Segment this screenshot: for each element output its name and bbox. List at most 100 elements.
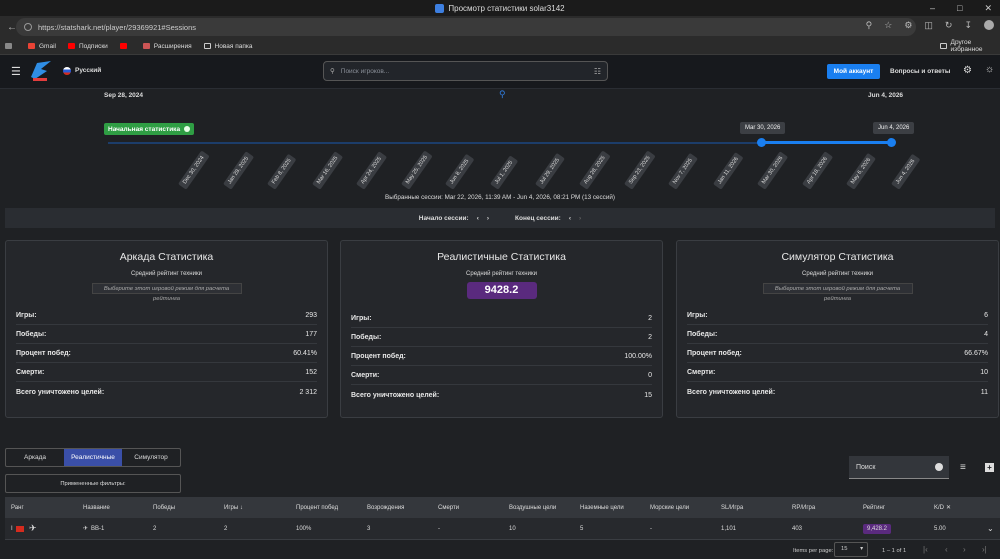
tab-simulator[interactable]: Симулятор	[122, 449, 180, 466]
vehicle-name[interactable]: ✈ BB-1	[83, 518, 104, 539]
col-name[interactable]: Название	[83, 497, 110, 518]
items-per-page-select[interactable]: 15 ▾	[834, 542, 868, 557]
timeline-tick-label: Sep 23, 2025	[623, 150, 656, 190]
stat-row: Смерти: 0	[351, 367, 652, 385]
filter-settings-icon[interactable]: ☷	[594, 67, 601, 76]
col-win-rate[interactable]: Процент побед	[296, 497, 338, 518]
history-icon[interactable]: ↻	[945, 20, 953, 31]
expand-row-icon[interactable]: ⌄	[987, 518, 994, 539]
settings-gear-icon[interactable]: ⚙	[963, 65, 972, 76]
bookmarks-menu-icon[interactable]	[5, 43, 16, 49]
arcade-stats-card: Аркада Статистика Средний рейтинг техник…	[5, 240, 328, 418]
initial-stats-toggle[interactable]: Начальная статистика	[104, 123, 195, 135]
rating-label: Средний рейтинг техники	[466, 271, 537, 277]
col-ground-targets[interactable]: Наземные цели	[580, 497, 624, 518]
url-text: https://statshark.net/player/29369921#Se…	[38, 22, 197, 32]
col-rating[interactable]: Рейтинг	[863, 497, 885, 518]
window-title: Просмотр статистики solar3142	[448, 3, 565, 13]
session-start-label: Начало сессии:	[418, 214, 469, 222]
language-flag-icon[interactable]	[63, 67, 71, 75]
timeline-tick-label: Jun 4, 2026	[891, 153, 921, 190]
language-selector[interactable]: Русский	[75, 67, 101, 74]
bookmark-gmail[interactable]: Gmail	[28, 43, 56, 50]
col-kd[interactable]: K/D	[934, 497, 944, 518]
site-header: ☰ Русский ⚲ Поиск игроков... ☷ Мой аккау…	[0, 55, 1000, 89]
timeline-tick-label: Jun 8, 2025	[445, 153, 475, 190]
page-range-label: 1 – 1 of 1	[882, 548, 907, 554]
extensions-bookmark-icon	[142, 43, 150, 49]
close-icon[interactable]: ✕	[984, 3, 992, 14]
respawns-value: 3	[367, 525, 371, 532]
timeline-tick-label: Mar 16, 2025	[311, 150, 344, 190]
folder-icon	[940, 43, 947, 49]
zoom-reset-icon[interactable]: ⚲	[499, 89, 506, 100]
col-naval-targets[interactable]: Морские цели	[650, 497, 689, 518]
naval-targets-value: -	[650, 525, 652, 532]
last-page-icon[interactable]: ›|	[982, 545, 987, 554]
applied-filters-button[interactable]: Примененные фильтры:	[5, 474, 181, 493]
downloads-icon[interactable]: ↧	[964, 20, 972, 31]
my-account-button[interactable]: Мой аккаунт	[827, 64, 880, 79]
bookmark-subscriptions[interactable]: Подписки	[67, 43, 108, 50]
stat-row: Всего уничтожено целей: 11	[687, 388, 988, 396]
next-page-icon[interactable]: ›	[963, 545, 966, 554]
rating-label: Средний рейтинг техники	[131, 271, 202, 277]
statshark-logo[interactable]	[29, 59, 53, 83]
col-wins[interactable]: Победы	[153, 497, 175, 518]
extensions-icon[interactable]: ⚙	[904, 20, 912, 31]
bookmark-youtube[interactable]	[119, 43, 131, 49]
chevron-down-icon: ▾	[860, 546, 863, 552]
zoom-icon[interactable]: ⚲	[866, 20, 873, 31]
win-rate-value: 100%	[296, 525, 312, 532]
filter-list-icon[interactable]: ≡	[960, 462, 966, 473]
col-rank[interactable]: Ранг	[11, 497, 24, 518]
session-end-prev-icon[interactable]: ‹	[569, 215, 571, 222]
minimize-icon[interactable]: –	[930, 3, 935, 14]
close-column-icon[interactable]: ✕	[946, 497, 951, 518]
table-search-input[interactable]: Поиск	[849, 456, 949, 479]
col-rp-per-game[interactable]: RP/Игра	[792, 497, 815, 518]
range-end-tooltip: Jun 4, 2026	[873, 122, 915, 134]
range-start-tooltip: Mar 30, 2026	[740, 122, 786, 134]
stat-row: Игры: 293	[16, 307, 317, 325]
split-view-icon[interactable]: ◫	[924, 20, 933, 31]
col-games[interactable]: Игры ↓	[224, 497, 243, 518]
table-row[interactable]: I ✈ ✈ BB-1 2 2 100% 3 - 10 5 - 1,101 403 …	[5, 518, 1000, 540]
stat-row: Смерти: 10	[687, 364, 988, 382]
info-icon	[935, 463, 943, 471]
tab-realistic[interactable]: Реалистичные	[64, 449, 122, 466]
session-start-next-icon[interactable]: ›	[487, 215, 489, 222]
session-start-prev-icon[interactable]: ‹	[477, 215, 479, 222]
bookmark-new-folder[interactable]: Новая папка	[203, 43, 253, 50]
profile-avatar-icon[interactable]	[984, 20, 994, 30]
faq-link[interactable]: Вопросы и ответы	[890, 68, 950, 75]
col-deaths[interactable]: Смерти	[438, 497, 459, 518]
session-navigator: Начало сессии: ‹ › Конец сессии: ‹ ›	[5, 208, 995, 228]
bookmark-star-icon[interactable]: ☆	[884, 20, 892, 31]
session-end-next-icon[interactable]: ›	[579, 215, 581, 222]
maximize-icon[interactable]: □	[957, 3, 962, 14]
stat-row: Процент побед: 60.41%	[16, 345, 317, 363]
url-field[interactable]: https://statshark.net/player/29369921#Se…	[16, 18, 916, 36]
range-end-handle[interactable]	[887, 138, 896, 147]
col-air-targets[interactable]: Воздушные цели	[509, 497, 556, 518]
theme-sun-icon[interactable]: ☼	[985, 64, 994, 75]
info-icon	[184, 126, 191, 132]
player-search-input[interactable]: ⚲ Поиск игроков... ☷	[323, 61, 608, 81]
menu-icon[interactable]: ☰	[11, 65, 21, 78]
tab-arcade[interactable]: Аркада	[6, 449, 64, 466]
col-respawns[interactable]: Возрождения	[367, 497, 404, 518]
range-start-handle[interactable]	[757, 138, 766, 147]
sl-per-game-value: 1,101	[721, 525, 737, 532]
other-bookmarks[interactable]: Другое избранное	[940, 39, 1000, 53]
rank-value: I	[11, 525, 13, 532]
rating-badge: 9,428.2	[863, 518, 892, 539]
bookmark-extensions[interactable]: Расширения	[142, 43, 192, 50]
col-sl-per-game[interactable]: SL/Игра	[721, 497, 743, 518]
add-column-icon[interactable]: +	[985, 463, 994, 472]
site-info-icon[interactable]	[24, 23, 32, 31]
prev-page-icon[interactable]: ‹	[945, 545, 948, 554]
aircraft-icon: ✈	[29, 523, 37, 533]
bookmarks-bar: Gmail Подписки Расширения Новая папка Др…	[0, 38, 1000, 55]
first-page-icon[interactable]: |‹	[923, 545, 928, 554]
